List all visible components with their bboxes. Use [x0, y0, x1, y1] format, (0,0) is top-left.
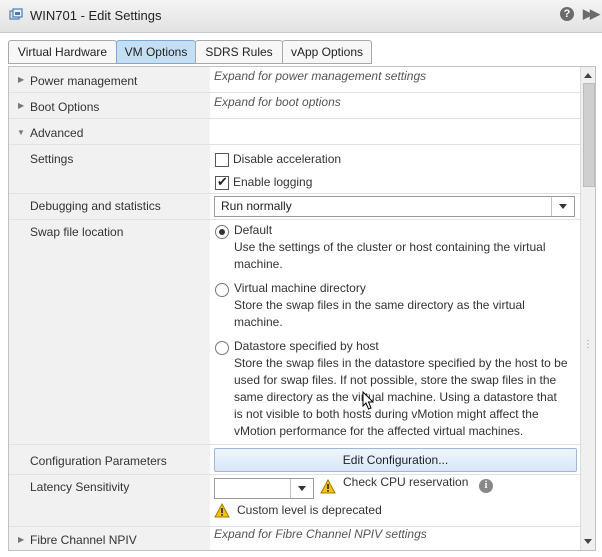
swap-default-label: Default — [234, 223, 273, 237]
check-cpu-reservation-text: Check CPU reservation — [343, 475, 469, 489]
swap-default-desc-line: Use the settings of the cluster or host … — [234, 240, 546, 254]
tab-vapp-options[interactable]: vApp Options — [282, 40, 372, 64]
scroll-up-icon[interactable] — [584, 73, 592, 78]
swap-vm-directory-desc-line: machine. — [234, 315, 283, 329]
row-debugging: Debugging and statistics Run normally — [9, 194, 580, 220]
boot-options-desc: Expand for boot options — [214, 95, 341, 109]
swap-datastore-label: Datastore specified by host — [234, 339, 379, 353]
swap-default-radio[interactable] — [215, 225, 229, 239]
swap-vm-directory-desc-line: Store the swap files in the same directo… — [234, 298, 525, 312]
mouse-cursor-icon — [362, 391, 375, 410]
swap-vm-directory-label: Virtual machine directory — [234, 281, 366, 295]
window-title: WIN701 - Edit Settings — [30, 8, 162, 23]
enable-logging-checkbox[interactable]: ✔ — [215, 174, 229, 190]
expand-triangle-icon[interactable]: ▶ — [18, 101, 24, 110]
scrollbar-thumb[interactable] — [583, 83, 595, 187]
fibre-channel-label: Fibre Channel NPIV — [30, 533, 137, 547]
tab-sdrs-rules[interactable]: SDRS Rules — [195, 40, 283, 64]
row-advanced[interactable]: ▼ Advanced — [9, 119, 580, 145]
warning-icon — [320, 479, 336, 494]
row-boot-options[interactable]: ▶ Boot Options Expand for boot options — [9, 93, 580, 119]
row-fibre-channel-npiv[interactable]: ▶ Fibre Channel NPIV Expand for Fibre Ch… — [9, 527, 580, 550]
tab-virtual-hardware[interactable]: Virtual Hardware — [8, 40, 117, 64]
latency-select[interactable] — [214, 478, 314, 499]
enable-logging-label: Enable logging — [233, 175, 313, 189]
checkmark-icon: ✔ — [217, 174, 228, 189]
disable-acceleration-checkbox[interactable] — [215, 153, 229, 167]
settings-label: Settings — [30, 152, 74, 166]
expand-icon[interactable]: ▶▶ — [583, 6, 600, 22]
swap-datastore-desc-line: Store the swap files in the datastore sp… — [234, 356, 568, 370]
resize-grip-icon[interactable]: ⋮⋮ — [583, 340, 595, 350]
title-bar: WIN701 - Edit Settings ? ▶▶ — [0, 0, 602, 33]
vertical-scrollbar[interactable] — [580, 67, 595, 550]
expand-triangle-icon[interactable]: ▶ — [18, 75, 24, 84]
help-icon[interactable]: ? — [560, 7, 574, 21]
swap-datastore-desc-line: is not visible to both hosts during vMot… — [234, 407, 539, 421]
power-management-desc: Expand for power management settings — [214, 69, 427, 83]
warning-icon — [214, 503, 230, 518]
debugging-select-value: Run normally — [221, 199, 292, 213]
vm-icon — [9, 8, 23, 20]
config-params-label: Configuration Parameters — [30, 454, 167, 468]
swap-file-label: Swap file location — [30, 225, 124, 239]
swap-datastore-desc-line: vMotion performance for the affected vir… — [234, 424, 524, 438]
row-power-management[interactable]: ▶ Power management Expand for power mana… — [9, 67, 580, 93]
tab-vm-options[interactable]: VM Options — [116, 40, 196, 64]
advanced-label: Advanced — [30, 126, 84, 140]
swap-datastore-radio[interactable] — [215, 341, 229, 355]
row-settings: Settings Disable acceleration ✔ Enable l… — [9, 145, 580, 194]
swap-default-desc-line: machine. — [234, 257, 283, 271]
expand-triangle-icon[interactable]: ▶ — [18, 535, 24, 544]
fibre-channel-desc: Expand for Fibre Channel NPIV settings — [214, 527, 427, 541]
chevron-down-icon — [298, 486, 306, 491]
settings-panel: ▶ Power management Expand for power mana… — [8, 66, 596, 551]
power-management-label: Power management — [30, 74, 138, 88]
chevron-down-icon — [559, 204, 567, 209]
swap-vm-directory-radio[interactable] — [215, 283, 229, 297]
custom-level-deprecated-text: Custom level is deprecated — [237, 503, 382, 517]
boot-options-label: Boot Options — [30, 100, 100, 114]
edit-configuration-button[interactable]: Edit Configuration... — [214, 448, 577, 472]
info-icon[interactable]: i — [479, 479, 493, 493]
latency-label: Latency Sensitivity — [30, 480, 130, 494]
swap-datastore-desc-line: used for swap files. If not possible, st… — [234, 373, 557, 387]
swap-datastore-desc-line: same directory as the virtual machine. U… — [234, 390, 557, 404]
debugging-label: Debugging and statistics — [30, 199, 161, 213]
collapse-triangle-icon[interactable]: ▼ — [17, 128, 25, 137]
scroll-down-icon[interactable] — [584, 539, 592, 544]
row-latency-sensitivity: Latency Sensitivity Check CPU reservatio… — [9, 475, 580, 527]
debugging-select[interactable]: Run normally — [214, 196, 575, 217]
disable-acceleration-label: Disable acceleration — [233, 152, 342, 166]
row-swap-file-location: Swap file location Default Use the setti… — [9, 220, 580, 445]
